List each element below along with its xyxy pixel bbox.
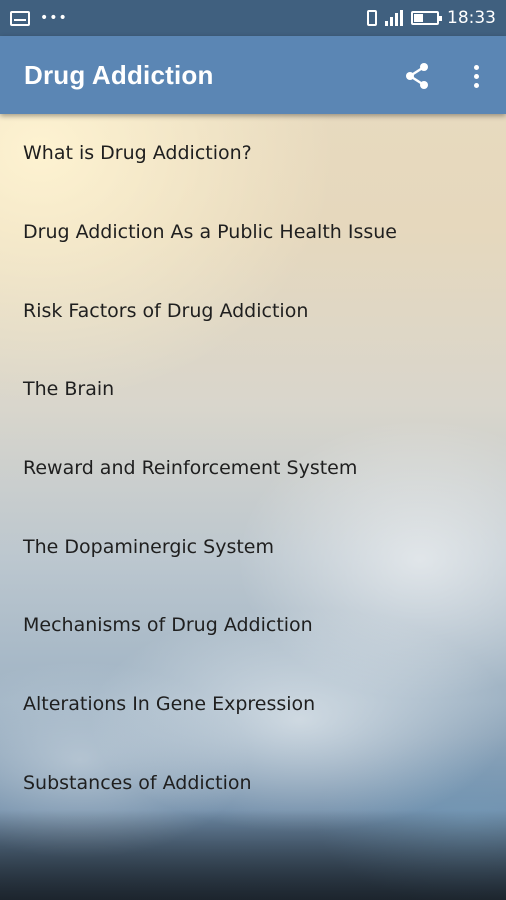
list-item-label: The Dopaminergic System [23,535,275,558]
topic-list: What is Drug Addiction? Drug Addiction A… [0,114,506,822]
list-item[interactable]: Substances of Addiction [0,744,506,823]
list-item-label: Mechanisms of Drug Addiction [23,614,313,637]
battery-icon [411,11,442,25]
list-item[interactable]: Alterations In Gene Expression [0,665,506,744]
page-title: Drug Addiction [24,59,214,90]
vibrate-icon [367,10,377,26]
list-item[interactable]: Reward and Reinforcement System [0,429,506,508]
list-item[interactable]: Drug Addiction As a Public Health Issue [0,193,506,272]
list-item-label: Alterations In Gene Expression [23,693,316,716]
list-item[interactable]: Mechanisms of Drug Addiction [0,586,506,665]
mail-icon [10,10,30,26]
status-time: 18:33 [447,8,496,28]
list-item-label: The Brain [23,378,115,401]
list-item-label: What is Drug Addiction? [23,142,252,165]
status-bar: ••• 18:33 [0,0,506,36]
overflow-menu-icon [473,64,479,70]
list-item[interactable]: Risk Factors of Drug Addiction [0,271,506,350]
list-item-label: Reward and Reinforcement System [23,457,358,480]
app-bar: Drug Addiction [0,36,506,114]
list-item-label: Drug Addiction As a Public Health Issue [23,221,397,244]
list-item[interactable]: The Brain [0,350,506,429]
signal-icon [385,10,403,26]
list-item[interactable]: The Dopaminergic System [0,507,506,586]
list-item-label: Risk Factors of Drug Addiction [23,299,309,322]
share-button[interactable] [401,60,433,92]
share-icon [406,63,428,89]
list-item-label: Substances of Addiction [23,771,252,794]
more-dots-icon: ••• [40,10,68,26]
list-item[interactable]: What is Drug Addiction? [0,114,506,193]
overflow-menu-button[interactable] [462,60,490,92]
bottom-shadow [0,810,506,900]
